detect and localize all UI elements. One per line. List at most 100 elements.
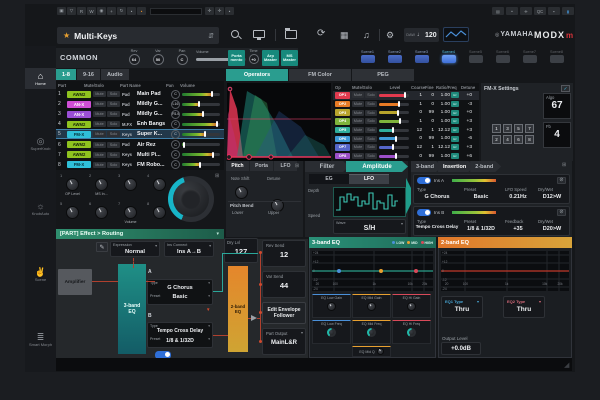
routing-header[interactable]: [PART] Effect > Routing ▾	[56, 229, 224, 239]
toolbar-icon[interactable]: •	[127, 7, 136, 15]
op-fine[interactable]: 99	[422, 154, 434, 159]
assign-knob[interactable]	[124, 206, 137, 219]
keyboard-icon[interactable]: ▦	[340, 30, 349, 41]
op-mute-button[interactable]: Mute	[352, 144, 364, 150]
op-coarse[interactable]: 12	[409, 145, 422, 150]
op-detune[interactable]: -3	[459, 102, 472, 107]
fm-spectrum-graph[interactable]	[227, 83, 331, 161]
filter-tab[interactable]: Filter	[305, 161, 349, 172]
assign-knob[interactable]	[66, 206, 79, 219]
eq-gain-knob[interactable]	[367, 302, 376, 311]
ratio-mode-badge[interactable]: Hz	[451, 153, 459, 159]
operator-tab[interactable]: FM Color	[289, 69, 351, 81]
op-ratio[interactable]: 1.00	[434, 93, 450, 98]
op-level-slider[interactable]	[379, 94, 409, 97]
eq1-type-select[interactable]: EQ1 Type ▾ Thru	[441, 296, 483, 318]
op-detune[interactable]: -6	[459, 136, 472, 141]
op-fine[interactable]: 1	[422, 128, 434, 133]
ins-b-bypass-icon[interactable]: ⊘	[557, 209, 566, 216]
assign-knob[interactable]	[66, 178, 79, 191]
toolbar-icon[interactable]: ◉	[97, 7, 106, 15]
op-fine[interactable]: 99	[422, 110, 434, 115]
assign-knob-cell[interactable]: 1 OP Level	[58, 173, 87, 201]
sidebar-item[interactable]: ✌ Scene	[25, 264, 56, 285]
super-knob[interactable]	[168, 176, 214, 222]
operator-row[interactable]: OP5 Mute Solo 12 1 12.12 Hz +3	[333, 126, 479, 135]
op-ratio[interactable]: 1.00	[434, 119, 450, 124]
pencil-icon[interactable]: ✎	[96, 242, 108, 252]
pitch-tab[interactable]: Pitch	[226, 161, 249, 171]
op-mute-button[interactable]: Mute	[352, 101, 364, 107]
part-tab[interactable]: Audio	[101, 69, 129, 80]
ratio-mode-badge[interactable]: Hz	[451, 92, 459, 98]
eq-band-handle[interactable]	[337, 269, 341, 273]
part-output-select[interactable]: Part Output ▾ MainL&R	[262, 328, 306, 355]
solo-button[interactable]: Solo	[107, 91, 120, 97]
gear-icon[interactable]: ⚙	[386, 30, 394, 41]
knob-value[interactable]: C	[177, 54, 188, 65]
toolbar-icon[interactable]: ▽	[67, 7, 76, 15]
op-level-slider[interactable]	[379, 155, 409, 158]
operator-row[interactable]: OP3 Mute Solo 0 99 1.00 Hz +0	[333, 108, 479, 117]
solo-button[interactable]: Solo	[107, 152, 120, 158]
op-mute-button[interactable]: Mute	[352, 153, 364, 159]
op-detune[interactable]: +0	[459, 110, 472, 115]
pan-knob[interactable]: C	[171, 150, 180, 159]
eq-freq-knob[interactable]	[367, 328, 376, 337]
part-row[interactable]: 5 FM-X Mute Solo Keys Super K... C	[56, 129, 224, 139]
monitor-icon[interactable]	[253, 30, 265, 38]
eq-freq-knob[interactable]	[407, 328, 416, 337]
op-detune[interactable]: +3	[459, 128, 472, 133]
op-ratio[interactable]: 12.12	[434, 145, 450, 150]
op-mute-button[interactable]: Mute	[352, 92, 364, 98]
op-coarse[interactable]: 1	[409, 93, 422, 98]
eq-gain-knob[interactable]	[407, 302, 416, 311]
part-name[interactable]: Mildly G...	[137, 111, 169, 117]
algo-box[interactable]: Algo 67	[543, 93, 571, 119]
op-solo-button[interactable]: Solo	[365, 136, 377, 142]
fx-tab[interactable]: 2-band	[470, 161, 501, 172]
part-tab[interactable]: 9-16	[77, 69, 100, 80]
pan-knob[interactable]: R14	[171, 110, 180, 119]
toolbar-icon[interactable]: •	[137, 7, 146, 15]
operator-row[interactable]: OP2 Mute Solo 1 0 1.00 Hz -3	[333, 100, 479, 109]
op-mute-button[interactable]: Mute	[352, 136, 364, 142]
eq-band-handle[interactable]	[414, 269, 418, 273]
ins-a-drywet-value[interactable]: D12>W	[534, 194, 570, 200]
part-name[interactable]: Main Pad	[137, 91, 169, 97]
ins-b-toggle[interactable]	[417, 209, 431, 216]
op-fine[interactable]: 0	[422, 93, 434, 98]
mute-button[interactable]: Mute	[93, 91, 106, 97]
scene-pad[interactable]	[469, 55, 483, 63]
eq-freq-knob[interactable]	[327, 328, 336, 337]
toolbar-icon[interactable]: ▪	[548, 7, 560, 15]
common-knob[interactable]: Var 50	[148, 49, 168, 65]
ratio-mode-badge[interactable]: Hz	[451, 127, 459, 133]
scene-button[interactable]: Scene5	[462, 50, 489, 63]
op-level-slider[interactable]	[379, 111, 409, 114]
op-coarse[interactable]: 0	[409, 136, 422, 141]
op-ratio[interactable]: 12.12	[434, 128, 450, 133]
op-detune[interactable]: +3	[459, 119, 472, 124]
expression-select[interactable]: Expression ▾ Normal	[110, 241, 160, 257]
algo-value[interactable]: 67	[544, 100, 570, 111]
operator-row[interactable]: OP7 Mute Solo 12 1 12.12 Hz +3	[333, 143, 479, 152]
eq2-graph[interactable]: 201001k10k20k	[441, 251, 569, 291]
part-row[interactable]: 3 AN-X Mute Solo Pad Mildly G... R14	[56, 109, 224, 119]
scene-pad[interactable]	[550, 55, 564, 63]
assign-knob[interactable]	[124, 178, 137, 191]
scene-pad[interactable]	[388, 55, 402, 63]
solo-button[interactable]: Solo	[107, 101, 120, 107]
op-mute-button[interactable]: Mute	[352, 118, 364, 124]
mute-button[interactable]: Mute	[93, 101, 106, 107]
toolbar-icon[interactable]: ▤	[492, 7, 504, 15]
pan-knob[interactable]: C	[171, 90, 180, 99]
ins-b-param-value[interactable]: +35	[502, 226, 534, 232]
eq-freq-cell[interactable]: EQ Mid Freq	[352, 320, 391, 344]
op-ratio[interactable]: 1.00	[434, 136, 450, 141]
part-volume-slider[interactable]	[182, 123, 220, 126]
ins-b-type-value[interactable]: Tempo Cross Delay	[414, 224, 460, 229]
eq-gain-knob[interactable]	[327, 302, 336, 311]
toolbar-icon[interactable]: +	[107, 7, 116, 15]
scene-pad[interactable]	[442, 55, 456, 63]
